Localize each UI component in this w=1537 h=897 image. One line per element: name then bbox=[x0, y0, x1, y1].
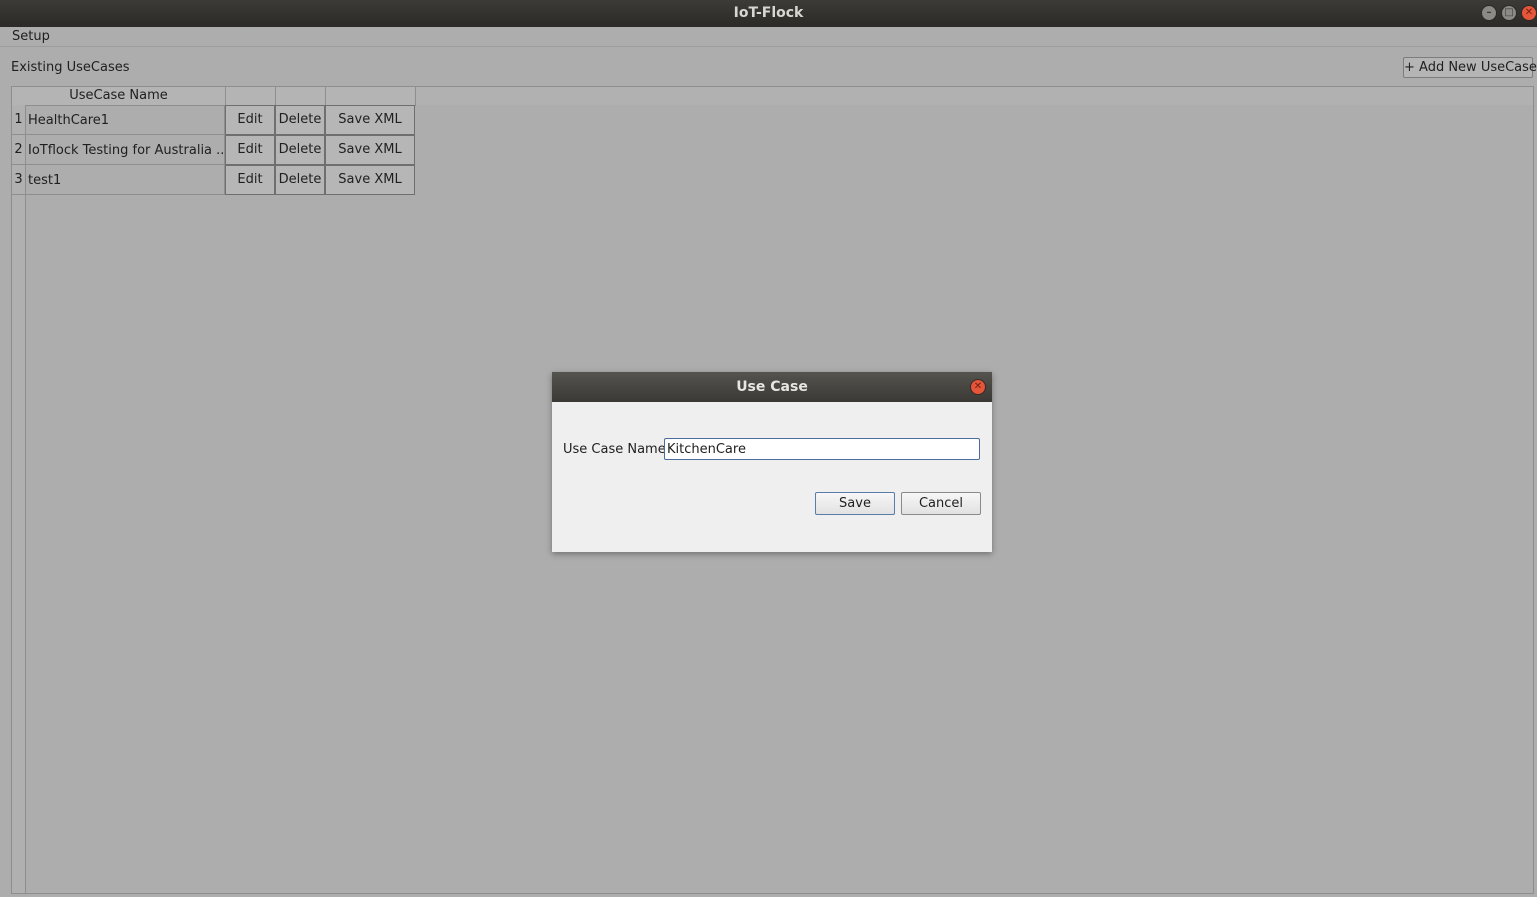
edit-button[interactable]: Edit bbox=[225, 165, 275, 195]
table-header: UseCase Name bbox=[12, 87, 416, 106]
usecase-name-cell[interactable]: HealthCare1 bbox=[25, 105, 225, 135]
maximize-icon: □ bbox=[1504, 7, 1514, 18]
usecase-name-cell[interactable]: test1 bbox=[25, 165, 225, 195]
use-case-name-input[interactable] bbox=[664, 438, 980, 460]
table-row: 1 HealthCare1 Edit Delete Save XML bbox=[12, 105, 416, 135]
delete-button[interactable]: Delete bbox=[275, 105, 325, 135]
dialog-close-icon[interactable]: ✕ bbox=[970, 379, 986, 395]
delete-button[interactable]: Delete bbox=[275, 165, 325, 195]
usecase-name-cell[interactable]: IoTflock Testing for Australia ... bbox=[25, 135, 225, 165]
save-button[interactable]: Save bbox=[815, 492, 895, 515]
row-header-column bbox=[12, 105, 26, 893]
cancel-button[interactable]: Cancel bbox=[901, 492, 981, 515]
use-case-name-label: Use Case Name bbox=[563, 442, 666, 457]
row-number: 2 bbox=[12, 135, 25, 165]
dialog-title[interactable]: Use Case bbox=[552, 372, 992, 402]
header-edit-col bbox=[226, 87, 276, 105]
close-button[interactable]: ✕ bbox=[1521, 5, 1537, 21]
table-row: 2 IoTflock Testing for Australia ... Edi… bbox=[12, 135, 416, 165]
save-xml-button[interactable]: Save XML bbox=[325, 165, 415, 195]
menu-setup[interactable]: Setup bbox=[12, 29, 50, 44]
existing-usecases-label: Existing UseCases bbox=[11, 60, 130, 75]
add-new-usecase-button[interactable]: + Add New UseCase bbox=[1403, 57, 1537, 78]
row-number: 3 bbox=[12, 165, 25, 195]
minimize-icon: – bbox=[1486, 7, 1492, 18]
header-usecase-name[interactable]: UseCase Name bbox=[12, 87, 226, 105]
edit-button[interactable]: Edit bbox=[225, 135, 275, 165]
window-titlebar: IoT-Flock – □ ✕ bbox=[0, 0, 1537, 27]
save-xml-button[interactable]: Save XML bbox=[325, 135, 415, 165]
minimize-button[interactable]: – bbox=[1481, 5, 1497, 21]
use-case-dialog: Use Case ✕ Use Case Name Save Cancel bbox=[552, 372, 992, 552]
menu-bar: Setup bbox=[0, 27, 1537, 47]
table-header-filler bbox=[416, 87, 1533, 105]
window-title: IoT-Flock bbox=[733, 5, 804, 21]
header-delete-col bbox=[276, 87, 326, 105]
row-number: 1 bbox=[12, 105, 25, 135]
close-icon: ✕ bbox=[1524, 7, 1534, 18]
edit-button[interactable]: Edit bbox=[225, 105, 275, 135]
save-xml-button[interactable]: Save XML bbox=[325, 105, 415, 135]
header-savexml-col bbox=[326, 87, 416, 105]
maximize-button[interactable]: □ bbox=[1501, 5, 1517, 21]
delete-button[interactable]: Delete bbox=[275, 135, 325, 165]
table-row: 3 test1 Edit Delete Save XML bbox=[12, 165, 416, 195]
